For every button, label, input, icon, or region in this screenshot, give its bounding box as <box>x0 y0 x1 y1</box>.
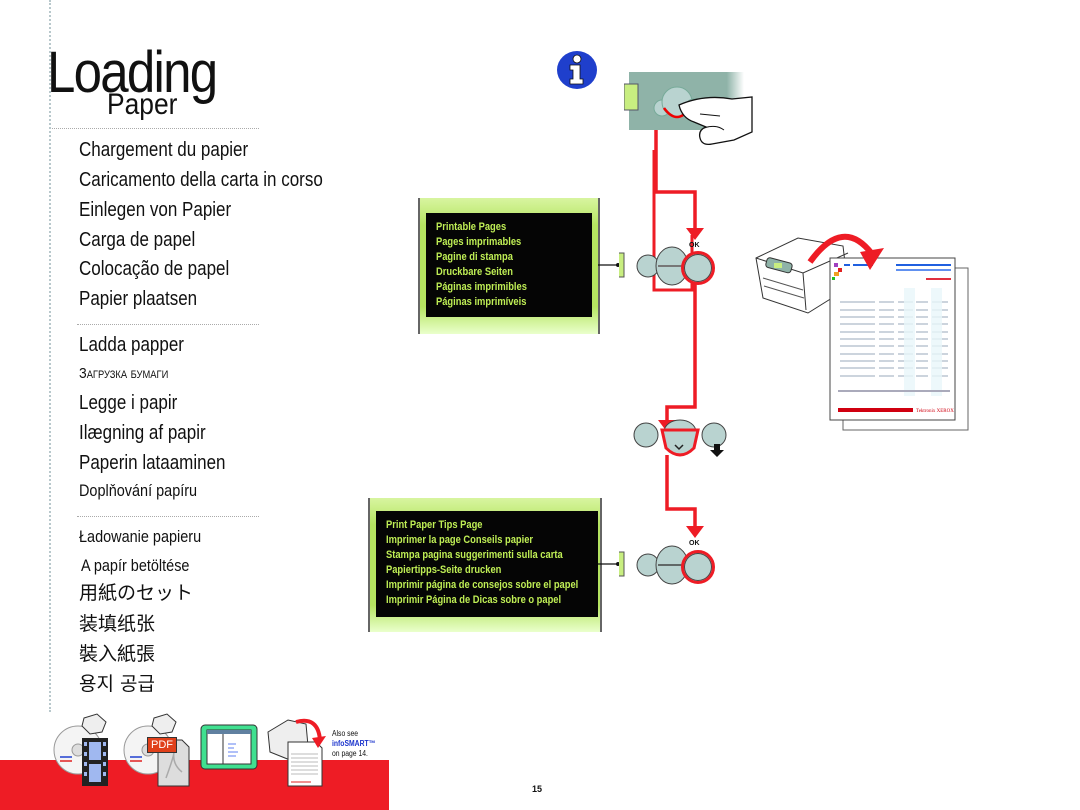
printer-output-illustration: Tektronix XEROX <box>755 234 969 431</box>
translation-danish: Ilægning af papir <box>79 422 206 444</box>
translation-russian: Загрузка бумаги <box>79 365 169 382</box>
lcd-screen-2: Print Paper Tips Page Imprimer la page C… <box>376 511 598 617</box>
margin-dotted-rule <box>49 0 51 712</box>
lcd-line: Imprimir página de consejos sobre el pap… <box>386 579 579 591</box>
translation-spanish: Carga de papel <box>79 229 196 251</box>
also-see-prefix: Also see <box>332 729 359 738</box>
lcd-line: Pagine di stampa <box>436 251 513 263</box>
web-browser-icon[interactable] <box>200 724 260 774</box>
translation-japanese: 用紙のセット <box>79 582 194 604</box>
pdf-label: PDF <box>147 737 177 753</box>
divider <box>52 128 259 129</box>
ok-label-2: OK <box>689 540 700 547</box>
translation-german: Einlegen von Papier <box>79 199 232 221</box>
ok-button-2[interactable] <box>681 550 715 584</box>
lcd-panel-2: Print Paper Tips Page Imprimer la page C… <box>368 498 602 632</box>
infosmart-link[interactable]: infoSMART™ <box>332 739 375 749</box>
ok-label-1: OK <box>689 242 700 249</box>
lcd-line: Stampa pagina suggerimenti sulla carta <box>386 549 563 561</box>
lcd-line: Druckbare Seiten <box>436 266 513 278</box>
lcd-line: Páginas imprimibles <box>436 281 527 293</box>
down-arrow-icon <box>710 444 724 457</box>
lcd-line: Print Paper Tips Page <box>386 519 483 531</box>
translation-traditional-chinese: 裝入紙張 <box>79 643 156 665</box>
page-number: 15 <box>532 784 543 794</box>
printer-page-icon[interactable] <box>266 712 328 790</box>
translation-french: Chargement du papier <box>79 139 249 161</box>
translation-korean: 용지 공급 <box>79 673 155 695</box>
info-icon <box>557 51 597 89</box>
lcd-line: Páginas imprimíveis <box>436 296 527 308</box>
translation-finnish: Paperin lataaminen <box>79 452 226 474</box>
lcd-screen-1: Printable Pages Pages imprimables Pagine… <box>426 213 592 317</box>
translation-portuguese: Colocação de papel <box>79 258 230 280</box>
divider <box>77 324 259 325</box>
translation-simplified-chinese: 装填纸张 <box>79 613 156 635</box>
lcd-panel-1: Printable Pages Pages imprimables Pagine… <box>418 198 600 334</box>
video-cd-icon[interactable] <box>52 712 122 787</box>
also-see-note: Also see infoSMART™ on page 14. <box>332 729 375 759</box>
translation-norwegian: Legge i papir <box>79 392 178 414</box>
ok-button-1[interactable] <box>681 251 715 285</box>
also-see-suffix: on page 14. <box>332 749 368 758</box>
lcd-line: Papiertipps-Seite drucken <box>386 564 502 576</box>
translation-dutch: Papier plaatsen <box>79 288 198 310</box>
lcd-line: Imprimer la page Conseils papier <box>386 534 534 546</box>
translation-swedish: Ladda papper <box>79 334 184 356</box>
translation-polish: Ładowanie papieru <box>79 527 202 546</box>
lcd-line: Pages imprimables <box>436 236 522 248</box>
translation-italian: Caricamento della carta in corso <box>79 169 323 191</box>
page-subtitle: Paper <box>107 88 178 121</box>
divider <box>77 516 259 517</box>
lcd-line: Imprimir Página de Dicas sobre o papel <box>386 594 562 606</box>
printout-brand: Tektronix XEROX <box>916 409 954 414</box>
down-button-cluster <box>633 419 727 457</box>
translation-hungarian: A papír betöltése <box>81 556 190 575</box>
translation-czech: Doplňování papíru <box>79 481 198 500</box>
lcd-line: Printable Pages <box>436 221 507 233</box>
